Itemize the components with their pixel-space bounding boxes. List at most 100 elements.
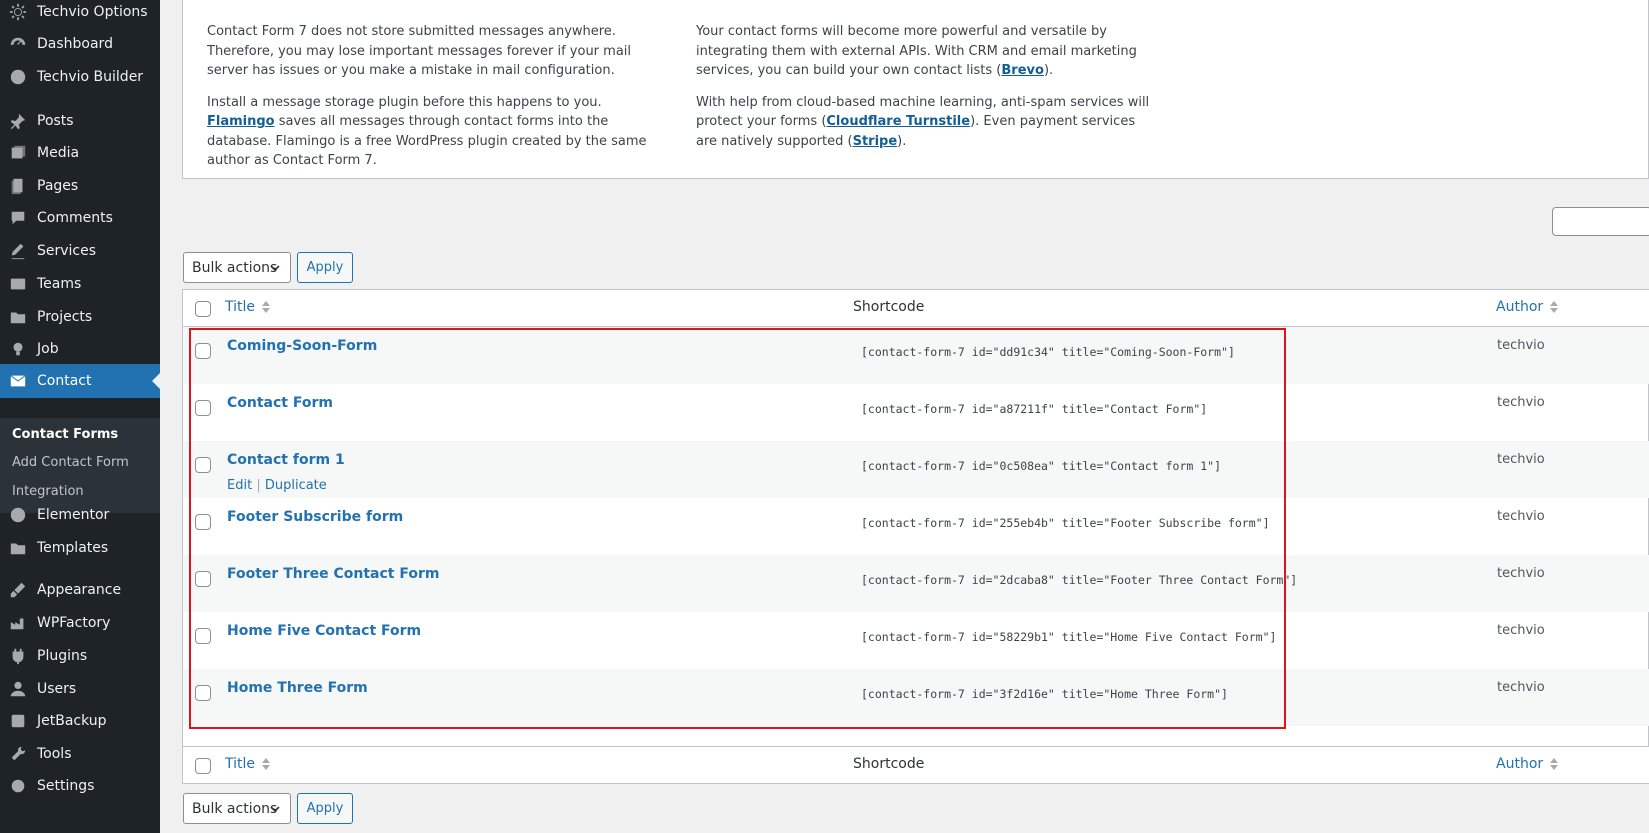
bulk-actions-label: Bulk actions [192, 800, 278, 817]
apply-button-bottom[interactable]: Apply [297, 793, 353, 824]
notice-text: Install a message storage plugin before … [207, 94, 602, 110]
storage-notice-panel: Contact Form 7 does not store submitted … [182, 0, 1649, 179]
bulk-actions-select-bottom[interactable]: Bulk actions [183, 793, 291, 824]
sidebar-item-elementor[interactable]: Elementor [0, 498, 160, 532]
shortcode-text[interactable]: [contact-form-7 id="a87211f" title="Cont… [861, 402, 1207, 416]
notice-right-column: Your contact forms will become more powe… [696, 22, 1156, 163]
wrench-icon [8, 744, 28, 764]
notice-text: ). [897, 133, 907, 149]
sidebar-item-comments[interactable]: Comments [0, 201, 160, 235]
bulk-actions-label: Bulk actions [192, 259, 278, 276]
table-footer: Title Shortcode Author [183, 746, 1649, 783]
form-title-link[interactable]: Home Five Contact Form [227, 623, 421, 639]
edit-icon [8, 241, 28, 261]
globe-icon [8, 67, 28, 87]
form-title-link[interactable]: Footer Subscribe form [227, 509, 403, 525]
sidebar-item-pages[interactable]: Pages [0, 169, 160, 203]
sidebar-item-label: Contact [37, 373, 92, 389]
table-row: Footer Three Contact Form [contact-form-7… [183, 555, 1649, 612]
table-row: Coming-Soon-Form [contact-form-7 id="dd91… [183, 327, 1649, 384]
row-checkbox[interactable] [195, 571, 211, 587]
flamingo-link[interactable]: Flamingo [207, 114, 275, 129]
form-title-link[interactable]: Footer Three Contact Form [227, 566, 439, 582]
sidebar-item-posts[interactable]: Posts [0, 104, 160, 138]
author-column-header[interactable]: Author [1496, 299, 1559, 315]
sidebar-item-wpfactory[interactable]: WPFactory [0, 606, 160, 640]
chevron-down-icon [270, 806, 280, 813]
row-checkbox[interactable] [195, 400, 211, 416]
notice-text: Your contact forms will become more powe… [696, 24, 1137, 78]
author-name: techvio [1497, 509, 1545, 524]
notice-text: ). [1043, 63, 1054, 78]
search-input[interactable] [1552, 207, 1649, 236]
form-title-link[interactable]: Contact Form [227, 395, 333, 411]
submenu-contact-forms[interactable]: Contact Forms [12, 427, 118, 442]
media-icon [8, 143, 28, 163]
sidebar-item-users[interactable]: Users [0, 672, 160, 706]
form-title-link[interactable]: Home Three Form [227, 680, 368, 696]
pages-icon [8, 176, 28, 196]
table-header: Title Shortcode Author [183, 290, 1649, 327]
author-column-footer[interactable]: Author [1496, 756, 1559, 772]
shortcode-text[interactable]: [contact-form-7 id="58229b1" title="Home… [861, 630, 1276, 644]
sidebar-item-techvio-options[interactable]: Techvio Options [0, 0, 160, 29]
table-row: Contact Form [contact-form-7 id="a87211f"… [183, 384, 1649, 441]
submenu-integration[interactable]: Integration [12, 484, 84, 499]
sidebar-item-teams[interactable]: Teams [0, 267, 160, 301]
brevo-link[interactable]: Brevo [1001, 63, 1044, 78]
contact-forms-table: Title Shortcode Author Coming-Soon-Form [… [182, 289, 1649, 784]
sidebar-item-tools[interactable]: Tools [0, 737, 160, 771]
select-all-checkbox[interactable] [195, 301, 211, 317]
row-checkbox[interactable] [195, 685, 211, 701]
sidebar-item-settings[interactable]: Settings [0, 769, 160, 803]
id-card-icon [8, 274, 28, 294]
sidebar-item-label: Settings [37, 778, 95, 794]
sidebar-item-job[interactable]: Job [0, 332, 160, 366]
title-column-header[interactable]: Title [225, 299, 271, 315]
sidebar-item-label: Techvio Options [37, 4, 148, 20]
sidebar-item-plugins[interactable]: Plugins [0, 639, 160, 673]
title-header-label: Title [225, 299, 256, 315]
sidebar-item-label: Projects [37, 309, 93, 325]
bulk-actions-select-top[interactable]: Bulk actions [183, 252, 291, 283]
edit-link[interactable]: Edit [227, 478, 252, 493]
shortcode-text[interactable]: [contact-form-7 id="255eb4b" title="Foot… [861, 516, 1270, 530]
row-checkbox[interactable] [195, 628, 211, 644]
sort-icon [1550, 301, 1559, 313]
author-name: techvio [1497, 452, 1545, 467]
sort-icon [262, 758, 271, 770]
sidebar-item-projects[interactable]: Projects [0, 300, 160, 334]
apply-button-top[interactable]: Apply [297, 252, 353, 283]
row-checkbox[interactable] [195, 343, 211, 359]
duplicate-link[interactable]: Duplicate [265, 478, 327, 493]
sidebar-item-label: Appearance [37, 582, 122, 598]
sidebar-item-label: Job [37, 341, 59, 357]
cloudflare-turnstile-link[interactable]: Cloudflare Turnstile [826, 114, 970, 129]
stripe-link[interactable]: Stripe [853, 134, 898, 149]
notice-right-paragraph-1: Your contact forms will become more powe… [696, 22, 1156, 81]
user-icon [8, 679, 28, 699]
form-title-link[interactable]: Coming-Soon-Form [227, 338, 377, 354]
settings-icon [8, 776, 28, 796]
envelope-icon [8, 371, 28, 391]
shortcode-column-footer: Shortcode [853, 756, 925, 772]
sidebar-item-services[interactable]: Services [0, 234, 160, 268]
title-footer-label: Title [225, 756, 256, 772]
row-checkbox[interactable] [195, 457, 211, 473]
title-column-footer[interactable]: Title [225, 756, 271, 772]
shortcode-text[interactable]: [contact-form-7 id="dd91c34" title="Comi… [861, 345, 1235, 359]
select-all-checkbox-footer[interactable] [195, 758, 211, 774]
row-checkbox[interactable] [195, 514, 211, 530]
sidebar-item-appearance[interactable]: Appearance [0, 573, 160, 607]
form-title-link[interactable]: Contact form 1 [227, 452, 345, 468]
sidebar-item-jetbackup[interactable]: JetBackup [0, 704, 160, 738]
sidebar-item-techvio-builder[interactable]: Techvio Builder [0, 60, 160, 94]
shortcode-text[interactable]: [contact-form-7 id="0c508ea" title="Cont… [861, 459, 1221, 473]
shortcode-text[interactable]: [contact-form-7 id="3f2d16e" title="Home… [861, 687, 1228, 701]
shortcode-text[interactable]: [contact-form-7 id="2dcaba8" title="Foot… [861, 573, 1297, 587]
sidebar-item-dashboard[interactable]: Dashboard [0, 27, 160, 61]
sidebar-item-templates[interactable]: Templates [0, 531, 160, 565]
submenu-add-contact-form[interactable]: Add Contact Form [12, 455, 129, 470]
sidebar-item-media[interactable]: Media [0, 136, 160, 170]
sidebar-item-contact[interactable]: Contact [0, 364, 160, 398]
